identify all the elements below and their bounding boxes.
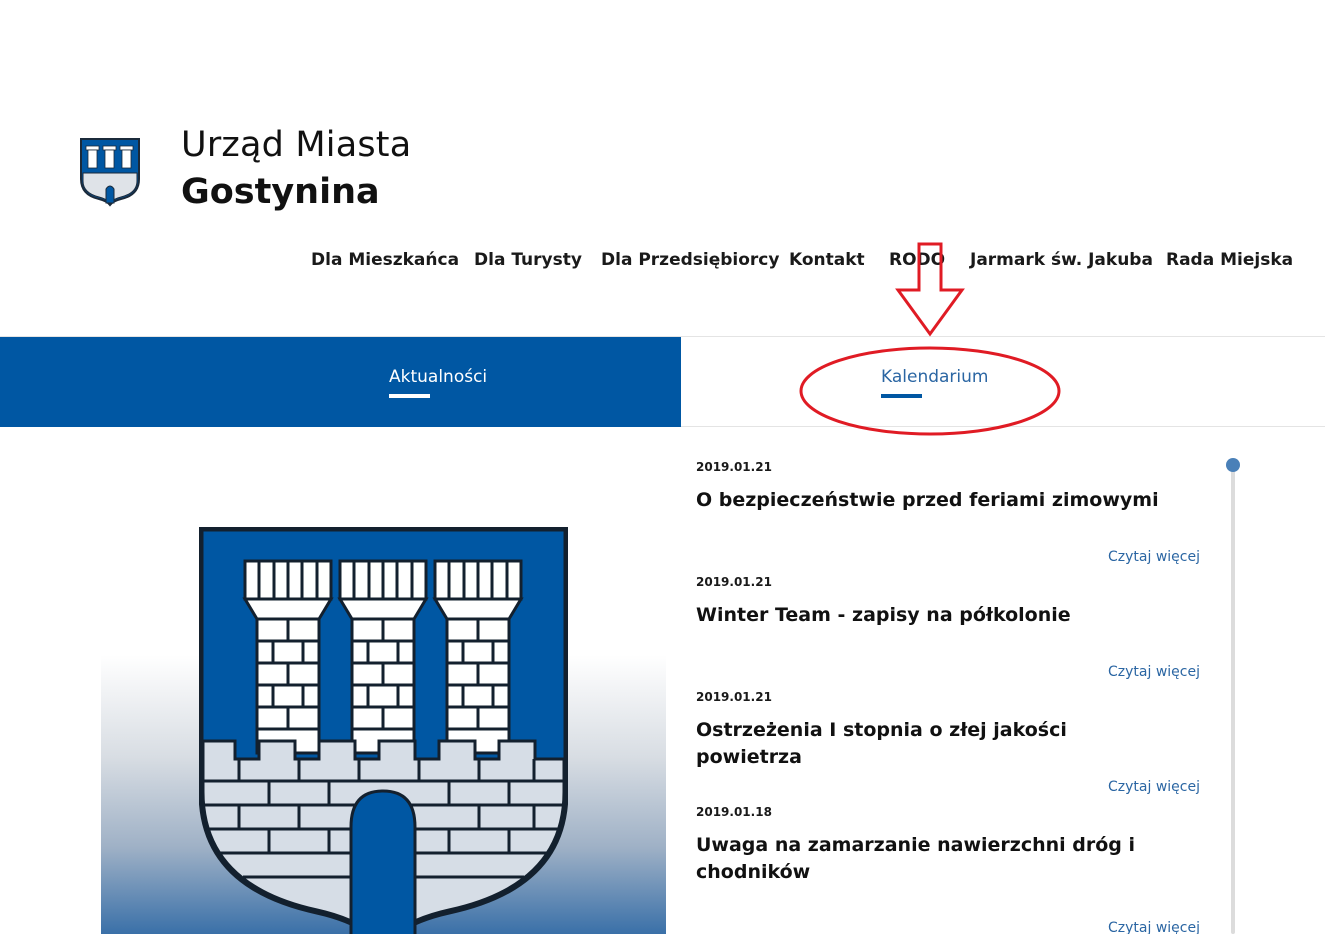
tab-aktualnosci-label: Aktualności bbox=[389, 367, 488, 387]
tab-kalendarium-label: Kalendarium bbox=[881, 367, 989, 387]
news-title-link[interactable]: Ostrzeżenia I stopnia o złej jakości pow… bbox=[696, 717, 1176, 771]
nav-item-dla-mieszkanca[interactable]: Dla Mieszkańca bbox=[311, 250, 459, 270]
nav-item-dla-turysty[interactable]: Dla Turysty bbox=[474, 250, 582, 270]
site-title-line2: Gostynina bbox=[181, 172, 380, 212]
news-date: 2019.01.21 bbox=[696, 575, 772, 589]
news-date: 2019.01.18 bbox=[696, 805, 772, 819]
site-title[interactable]: Urząd Miasta Gostynina bbox=[181, 128, 411, 210]
news-date: 2019.01.21 bbox=[696, 460, 772, 474]
tab-aktualnosci[interactable]: Aktualności bbox=[0, 337, 681, 427]
tab-kalendarium-underline bbox=[881, 394, 922, 398]
nav-item-dla-przedsiebiorcy[interactable]: Dla Przedsiębiorcy bbox=[601, 250, 779, 270]
site-title-line1: Urząd Miasta bbox=[181, 125, 412, 165]
news-item: 2019.01.21 O bezpieczeństwie przed feria… bbox=[696, 427, 1201, 565]
news-item: 2019.01.21 Ostrzeżenia I stopnia o złej … bbox=[696, 657, 1201, 795]
news-title-link[interactable]: O bezpieczeństwie przed feriami zimowymi bbox=[696, 487, 1176, 514]
nav-item-rodo[interactable]: RODO bbox=[889, 250, 945, 270]
nav-item-rada-miejska[interactable]: Rada Miejska bbox=[1166, 250, 1293, 270]
read-more-link[interactable]: Czytaj więcej bbox=[1108, 920, 1200, 934]
nav-item-kontakt[interactable]: Kontakt bbox=[789, 250, 865, 270]
news-item: 2019.01.21 Winter Team - zapisy na półko… bbox=[696, 542, 1201, 680]
news-date: 2019.01.21 bbox=[696, 690, 772, 704]
tab-kalendarium[interactable]: Kalendarium bbox=[681, 337, 1325, 427]
city-logo[interactable] bbox=[79, 137, 141, 207]
main-nav: Dla Mieszkańca Dla Turysty Dla Przedsięb… bbox=[0, 250, 1325, 272]
news-title-link[interactable]: Uwaga na zamarzanie nawierzchni dróg i c… bbox=[696, 832, 1176, 886]
news-item: 2019.01.18 Uwaga na zamarzanie nawierzch… bbox=[696, 772, 1201, 934]
news-scrollbar-track[interactable] bbox=[1231, 463, 1235, 934]
coat-of-arms-icon bbox=[80, 138, 140, 207]
tab-aktualnosci-underline bbox=[389, 394, 430, 398]
news-scrollbar-thumb[interactable] bbox=[1226, 458, 1240, 472]
nav-item-jarmark[interactable]: Jarmark św. Jakuba bbox=[970, 250, 1153, 270]
hero-image[interactable] bbox=[101, 427, 666, 934]
coat-of-arms-icon bbox=[199, 527, 568, 934]
news-title-link[interactable]: Winter Team - zapisy na półkolonie bbox=[696, 602, 1176, 629]
news-list: 2019.01.21 O bezpieczeństwie przed feria… bbox=[696, 427, 1201, 934]
